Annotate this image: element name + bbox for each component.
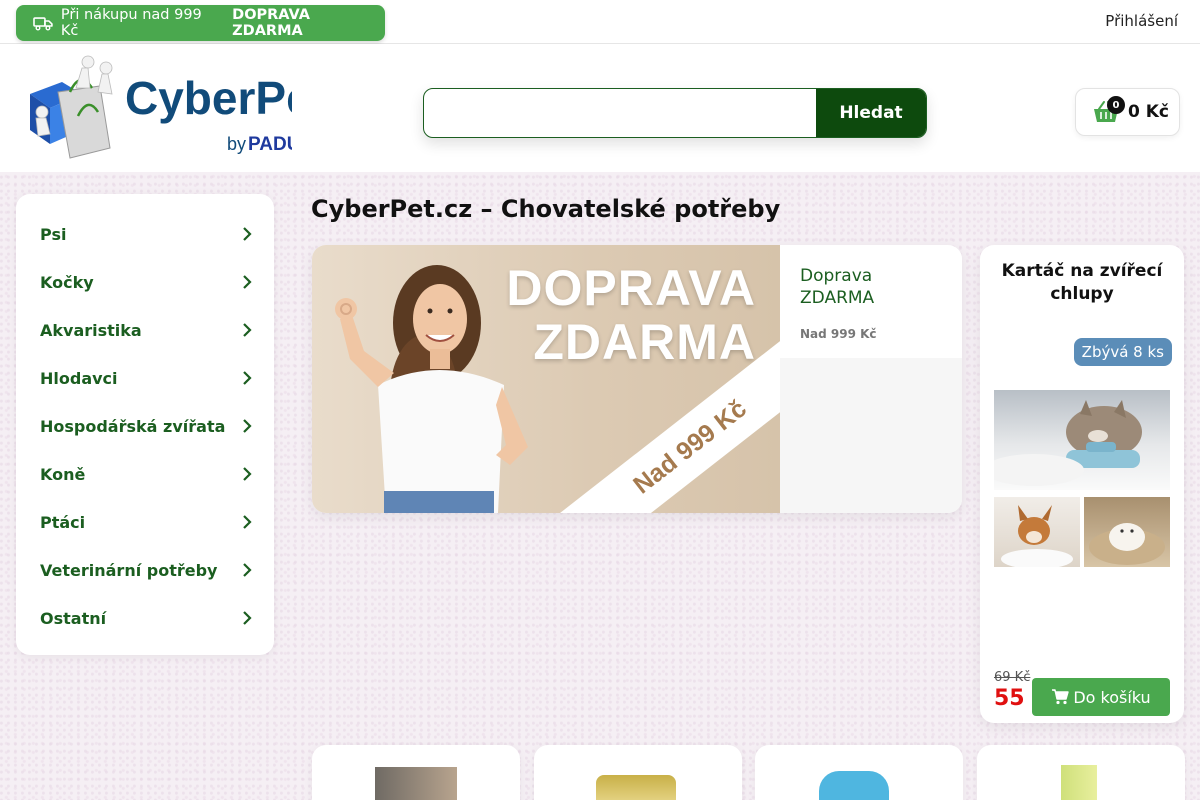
cyberpet-logo[interactable]: CyberPet by PADU: [22, 52, 292, 162]
old-price: 69 Kč: [994, 670, 1031, 685]
top-bar: Při nákupu nad 999 Kč DOPRAVA ZDARMA Při…: [0, 0, 1200, 44]
sidebar-item-ostatni[interactable]: Ostatní: [16, 594, 274, 642]
sidebar-item-hospodarska-zvirata[interactable]: Hospodářská zvířata: [16, 402, 274, 450]
product-image[interactable]: [1061, 765, 1097, 800]
login-link[interactable]: Přihlášení: [1105, 12, 1178, 30]
chevron-right-icon: [243, 371, 252, 385]
add-to-cart-button[interactable]: Do košíku: [1032, 678, 1170, 716]
cart-button[interactable]: 0 0 Kč: [1075, 88, 1180, 136]
add-to-cart-label: Do košíku: [1073, 687, 1151, 707]
cart-total: 0 Kč: [1128, 102, 1169, 122]
sidebar-item-kocky[interactable]: Kočky: [16, 258, 274, 306]
chevron-right-icon: [243, 611, 252, 625]
banner-slide-subtitle: Nad 999 Kč: [800, 327, 877, 341]
banner-slide-title: Doprava ZDARMA: [800, 266, 875, 308]
category-sidebar: Psi Kočky Akvaristika Hlodavci Hospodářs…: [16, 194, 274, 655]
cart-count-badge: 0: [1107, 96, 1125, 114]
sidebar-item-label: Hlodavci: [40, 368, 118, 388]
product-image-main[interactable]: [994, 390, 1170, 490]
promo-carousel[interactable]: DOPRAVA ZDARMA Nad 999 Kč Doprava ZDARMA…: [312, 245, 962, 513]
sidebar-item-akvaristika[interactable]: Akvaristika: [16, 306, 274, 354]
banner-headline-line1: DOPRAVA: [506, 260, 756, 316]
banner-ribbon-text: Nad 999 Kč: [627, 394, 752, 500]
stock-badge: Zbývá 8 ks: [1073, 338, 1172, 366]
sidebar-item-label: Koně: [40, 464, 86, 484]
product-card[interactable]: [755, 745, 963, 800]
chevron-right-icon: [243, 275, 252, 289]
truck-icon: [33, 17, 53, 31]
header: CyberPet by PADU Hledat 0 0 Kč: [0, 44, 1200, 172]
sidebar-item-label: Veterinární potřeby: [40, 560, 218, 580]
sidebar-item-label: Kočky: [40, 272, 94, 292]
sidebar-item-ptaci[interactable]: Ptáci: [16, 498, 274, 546]
featured-product-card[interactable]: Kartáč na zvířecí chlupy Zbývá 8 ks 69 K…: [980, 245, 1184, 723]
banner-headline-line2: ZDARMA: [533, 314, 756, 370]
search-button[interactable]: Hledat: [816, 89, 926, 137]
sidebar-item-label: Hospodářská zvířata: [40, 416, 226, 436]
sidebar-item-kone[interactable]: Koně: [16, 450, 274, 498]
product-card[interactable]: [312, 745, 520, 800]
sidebar-item-label: Psi: [40, 224, 67, 244]
logo-by: by: [227, 134, 246, 154]
promo-text: Při nákupu nad 999 Kč: [60, 7, 202, 39]
chevron-right-icon: [243, 419, 252, 433]
chevron-right-icon: [243, 227, 252, 241]
logo-brand: PADU: [248, 134, 292, 155]
sidebar-item-hlodavci[interactable]: Hlodavci: [16, 354, 274, 402]
cart-icon: [1052, 689, 1070, 705]
sidebar-item-psi[interactable]: Psi: [16, 210, 274, 258]
product-card[interactable]: [977, 745, 1185, 800]
page-title: CyberPet.cz – Chovatelské potřeby: [311, 195, 781, 223]
puppy-bed-thumbnail: [1089, 523, 1165, 565]
product-image[interactable]: [819, 771, 889, 800]
product-image[interactable]: [375, 767, 457, 800]
product-thumbnail-2[interactable]: [1084, 497, 1170, 567]
sidebar-item-label: Ptáci: [40, 512, 86, 532]
sidebar-item-veterinarni-potreby[interactable]: Veterinární potřeby: [16, 546, 274, 594]
promo-highlight: DOPRAVA ZDARMA: [232, 7, 311, 39]
free-shipping-banner-image[interactable]: DOPRAVA ZDARMA Nad 999 Kč: [312, 245, 780, 513]
banner-side-panel: Doprava ZDARMA Nad 999 Kč: [780, 251, 962, 513]
logo-text: CyberPet: [125, 72, 292, 124]
sidebar-item-label: Akvaristika: [40, 320, 142, 340]
free-shipping-banner[interactable]: Při nákupu nad 999 Kč DOPRAVA ZDARMA: [16, 5, 385, 41]
chevron-right-icon: [243, 467, 252, 481]
product-name[interactable]: Kartáč na zvířecí chlupy: [980, 260, 1184, 306]
sidebar-item-label: Ostatní: [40, 608, 107, 628]
dog-thumbnail: [1001, 505, 1073, 567]
search-input[interactable]: [424, 89, 817, 137]
product-card[interactable]: [534, 745, 742, 800]
banner-slide-tab[interactable]: Doprava ZDARMA Nad 999 Kč: [780, 251, 962, 358]
chevron-right-icon: [243, 515, 252, 529]
search-bar: Hledat: [423, 88, 927, 138]
chevron-right-icon: [243, 563, 252, 577]
chevron-right-icon: [243, 323, 252, 337]
kitten-with-brush-illustration: [994, 400, 1142, 486]
product-thumbnail-1[interactable]: [994, 497, 1080, 567]
product-image[interactable]: [596, 775, 676, 800]
